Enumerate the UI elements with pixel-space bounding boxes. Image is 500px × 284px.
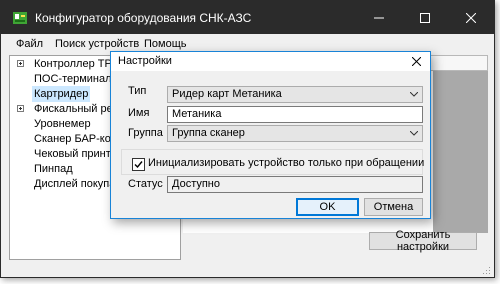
maximize-icon	[420, 12, 430, 23]
tree-item-label: Пинпад	[34, 163, 73, 175]
group-select-value: Группа сканер	[172, 127, 245, 139]
expand-icon[interactable]	[17, 105, 24, 112]
status-value: Доступно	[172, 178, 221, 190]
tree-item-label: Контроллер ТРК	[34, 58, 119, 70]
init-on-access-label[interactable]: Инициализировать устройство только при о…	[148, 157, 424, 169]
menu-device-search[interactable]: Поиск устройств	[55, 38, 139, 50]
type-label: Тип	[128, 85, 147, 97]
resize-grip-icon[interactable]	[482, 266, 491, 275]
ok-button[interactable]: OK	[296, 198, 359, 216]
status-bar	[1, 263, 494, 277]
dialog-close-button[interactable]	[402, 52, 430, 71]
name-label: Имя	[128, 107, 150, 119]
type-select-value: Ридер карт Метаника	[172, 88, 282, 100]
app-icon	[13, 12, 27, 24]
dialog-title: Настройки	[118, 55, 172, 67]
settings-panel-background	[433, 71, 488, 233]
chevron-down-icon	[410, 92, 418, 97]
tree-item-label: Картридер	[32, 86, 91, 102]
group-label: Группа	[128, 127, 163, 139]
status-label: Статус	[128, 178, 163, 190]
window-title: Конфигуратор оборудования СНК-АЗС	[35, 11, 252, 25]
save-settings-button[interactable]: Сохранить настройки	[369, 229, 477, 253]
init-option-group: Инициализировать устройство только при о…	[121, 149, 424, 175]
expand-icon[interactable]	[17, 60, 24, 67]
settings-dialog: Настройки Тип Ридер карт Метаника Имя Ме…	[110, 51, 431, 219]
chevron-down-icon	[410, 131, 418, 136]
close-icon	[466, 12, 476, 23]
close-button[interactable]	[448, 1, 494, 34]
minimize-icon	[374, 17, 384, 18]
group-select[interactable]: Группа сканер	[167, 125, 423, 142]
menu-help[interactable]: Помощь	[144, 38, 187, 50]
tree-item-label: ПОС-терминал	[34, 73, 112, 85]
tree-item-label: Уровнемер	[34, 118, 91, 130]
cancel-button[interactable]: Отмена	[364, 198, 423, 216]
init-on-access-checkbox[interactable]	[132, 158, 145, 171]
title-bar[interactable]: Конфигуратор оборудования СНК-АЗС	[1, 1, 494, 34]
close-icon	[411, 57, 421, 66]
checkmark-icon	[134, 161, 143, 169]
type-select[interactable]: Ридер карт Метаника	[167, 86, 423, 103]
name-input-value: Метаника	[172, 108, 222, 120]
minimize-button[interactable]	[356, 1, 402, 34]
status-field: Доступно	[167, 176, 423, 193]
name-input[interactable]: Метаника	[167, 106, 423, 123]
maximize-button[interactable]	[402, 1, 448, 34]
menu-file[interactable]: Файл	[16, 38, 43, 50]
dialog-title-bar[interactable]: Настройки	[111, 52, 430, 71]
